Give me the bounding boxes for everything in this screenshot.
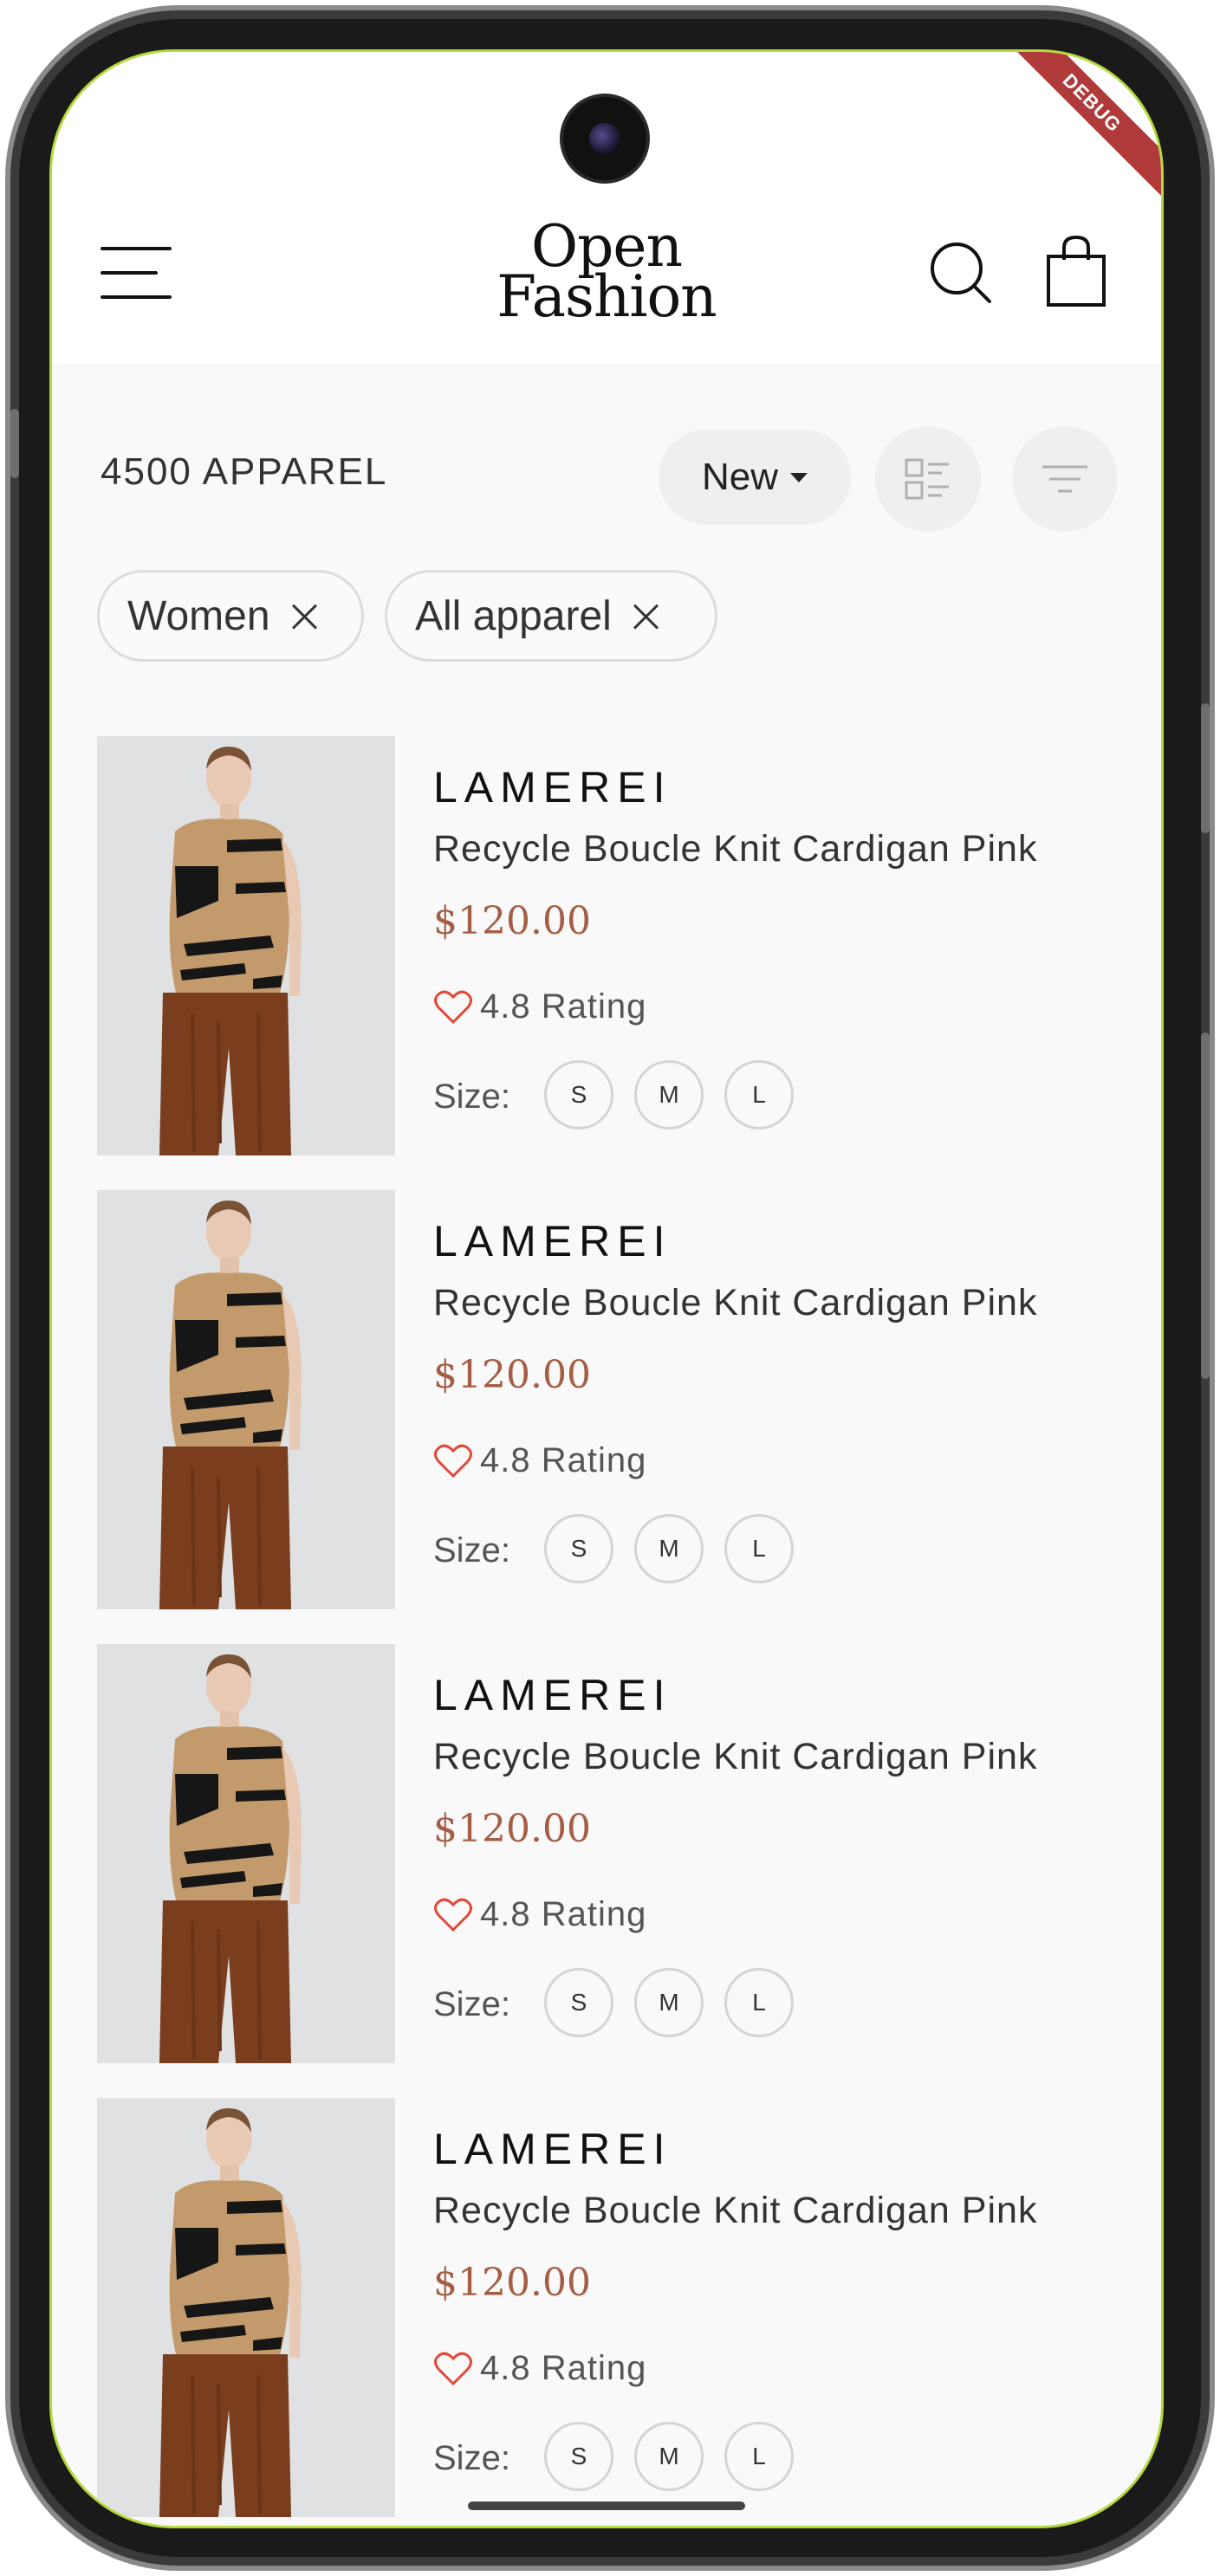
- size-option-s[interactable]: S: [544, 1514, 613, 1583]
- list-view-icon: [905, 458, 949, 500]
- heart-icon: [434, 1444, 472, 1478]
- power-button: [1201, 703, 1210, 833]
- rating-text: 4.8 Rating: [480, 1441, 647, 1479]
- size-option-l[interactable]: L: [724, 1060, 794, 1129]
- product-brand: LAMEREI: [433, 1671, 672, 1719]
- menu-icon[interactable]: [101, 247, 172, 299]
- size-label: Size:: [433, 1531, 510, 1570]
- product-rating: 4.8 Rating: [433, 1895, 646, 1934]
- product-brand: LAMEREI: [433, 2125, 672, 2173]
- heart-icon: [434, 2352, 472, 2385]
- product-card[interactable]: LAMEREI Recycle Boucle Knit Cardigan Pin…: [97, 2098, 1119, 2522]
- chip-label: Women: [127, 592, 270, 639]
- sort-label: New: [701, 456, 779, 498]
- caret-down-icon: [790, 472, 808, 482]
- app-header: DEBUG Open Fashion: [52, 52, 1161, 364]
- debug-banner: DEBUG: [988, 52, 1161, 207]
- size-label: Size:: [433, 2439, 510, 2477]
- filter-button[interactable]: [1012, 426, 1118, 532]
- logo-line2: Fashion: [496, 263, 717, 330]
- product-name[interactable]: Recycle Boucle Knit Cardigan Pink: [433, 1736, 1037, 1778]
- close-icon[interactable]: [633, 603, 659, 629]
- product-name[interactable]: Recycle Boucle Knit Cardigan Pink: [433, 1282, 1037, 1324]
- size-option-m[interactable]: M: [634, 1060, 704, 1129]
- size-label: Size:: [433, 1078, 510, 1116]
- product-image[interactable]: [97, 1190, 395, 1609]
- product-name[interactable]: Recycle Boucle Knit Cardigan Pink: [433, 2190, 1037, 2232]
- filter-chip-all-apparel[interactable]: All apparel: [385, 570, 717, 662]
- side-button: [10, 409, 19, 478]
- size-option-l[interactable]: L: [724, 1968, 794, 2037]
- rating-text: 4.8 Rating: [480, 987, 647, 1026]
- shopping-bag-icon[interactable]: [1045, 234, 1107, 308]
- product-image[interactable]: [97, 1644, 395, 2063]
- size-option-l[interactable]: L: [724, 2422, 794, 2491]
- size-option-s[interactable]: S: [544, 1968, 613, 2037]
- size-option-l[interactable]: L: [724, 1514, 794, 1583]
- product-image[interactable]: [97, 736, 395, 1155]
- close-icon[interactable]: [291, 603, 317, 629]
- product-price: $120.00: [433, 1353, 591, 1397]
- app-logo[interactable]: Open Fashion: [468, 218, 745, 330]
- product-brand: LAMEREI: [433, 1217, 672, 1265]
- size-option-s[interactable]: S: [544, 1060, 613, 1129]
- front-camera: [563, 97, 646, 180]
- size-option-m[interactable]: M: [634, 2422, 704, 2491]
- list-view-button[interactable]: [875, 426, 981, 532]
- sort-dropdown[interactable]: New: [659, 430, 851, 525]
- product-card[interactable]: LAMEREI Recycle Boucle Knit Cardigan Pin…: [97, 736, 1119, 1161]
- rating-text: 4.8 Rating: [480, 2349, 647, 2387]
- size-option-m[interactable]: M: [634, 1968, 704, 2037]
- size-label: Size:: [433, 1985, 510, 2023]
- app-screen: DEBUG Open Fashion 4500 APPAREL New Wome…: [52, 52, 1161, 2526]
- filter-icon: [1042, 465, 1087, 493]
- product-rating: 4.8 Rating: [433, 987, 646, 1026]
- product-price: $120.00: [433, 899, 591, 943]
- apparel-count: 4500 APPAREL: [101, 450, 388, 493]
- product-card[interactable]: LAMEREI Recycle Boucle Knit Cardigan Pin…: [97, 1644, 1119, 2068]
- product-price: $120.00: [433, 1807, 591, 1851]
- product-name[interactable]: Recycle Boucle Knit Cardigan Pink: [433, 828, 1037, 871]
- product-image[interactable]: [97, 2098, 395, 2517]
- chip-label: All apparel: [415, 592, 612, 639]
- search-icon[interactable]: [927, 239, 996, 308]
- filter-chip-women[interactable]: Women: [97, 570, 364, 662]
- size-option-m[interactable]: M: [634, 1514, 704, 1583]
- size-option-s[interactable]: S: [544, 2422, 613, 2491]
- product-rating: 4.8 Rating: [433, 1441, 646, 1480]
- product-rating: 4.8 Rating: [433, 2349, 646, 2388]
- heart-icon: [434, 990, 472, 1024]
- volume-button: [1201, 1032, 1210, 1379]
- product-price: $120.00: [433, 2261, 591, 2305]
- heart-icon: [434, 1898, 472, 1932]
- product-card[interactable]: LAMEREI Recycle Boucle Knit Cardigan Pin…: [97, 1190, 1119, 1615]
- home-indicator[interactable]: [468, 2502, 745, 2510]
- product-brand: LAMEREI: [433, 763, 672, 812]
- rating-text: 4.8 Rating: [480, 1895, 647, 1933]
